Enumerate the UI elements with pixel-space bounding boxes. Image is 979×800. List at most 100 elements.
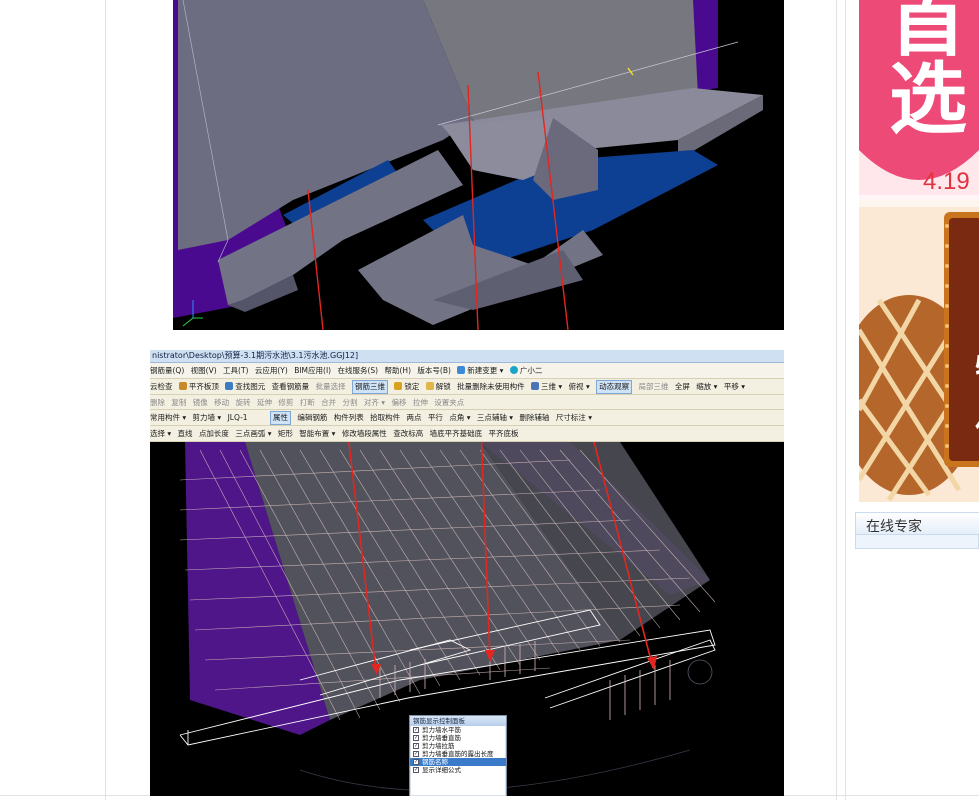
tb-three-point-arc[interactable]: 三点画弧 ▾ bbox=[235, 426, 271, 441]
tb-component-list[interactable]: 构件列表 bbox=[334, 410, 364, 425]
tb-extend[interactable]: 延伸 bbox=[257, 395, 272, 409]
toolbar-component: 常用构件 ▾ 剪力墙 ▾ JLQ-1 属性 编辑钢筋 构件列表 拾取构件 两点 … bbox=[150, 410, 784, 426]
menu-rebar-qty[interactable]: 钢筋量(Q) bbox=[150, 363, 184, 378]
find-icon bbox=[225, 382, 234, 390]
align-top-icon bbox=[178, 382, 187, 390]
ad-headline-1: 首 bbox=[889, 0, 968, 67]
tb-delete-axis[interactable]: 删除辅轴 bbox=[519, 410, 549, 425]
menu-bim[interactable]: BIM应用(I) bbox=[294, 363, 331, 378]
checkbox-icon[interactable]: ✓ bbox=[413, 751, 419, 757]
tb-parallel[interactable]: 平行 bbox=[428, 410, 443, 425]
tb-select[interactable]: 选择 ▾ bbox=[150, 426, 171, 441]
rebar-option-horizontal[interactable]: ✓ 剪力墙水平筋 bbox=[410, 726, 506, 734]
assistant-icon bbox=[509, 366, 518, 374]
menu-new-change[interactable]: 新建变更 ▾ bbox=[457, 363, 503, 378]
tb-find-element[interactable]: 查找图元 bbox=[225, 379, 265, 394]
ad-date: 4.19 bbox=[923, 168, 970, 195]
menu-bar: 钢筋量(Q) 视图(V) 工具(T) 云应用(Y) BIM应用(I) 在线服务(… bbox=[150, 363, 784, 379]
tb-component-select[interactable]: JLQ-1 bbox=[228, 410, 264, 425]
tb-modify-wall[interactable]: 修改墙段属性 bbox=[342, 426, 387, 441]
tb-rebar-3d[interactable]: 钢筋三维 bbox=[351, 380, 388, 394]
tb-view-rebar-qty[interactable]: 查看钢筋量 bbox=[272, 379, 310, 394]
tb-split[interactable]: 分割 bbox=[343, 395, 358, 409]
checkbox-icon[interactable]: ✓ bbox=[413, 759, 419, 765]
tb-orbit[interactable]: 动态观察 bbox=[596, 380, 633, 394]
page: nistrator\Desktop\预算-3.1期污水池\3.1污水池.GGJ1… bbox=[0, 0, 979, 800]
rebar-option-formula[interactable]: ✓ 显示详细公式 bbox=[410, 766, 506, 774]
tb-dimension[interactable]: 尺寸标注 ▾ bbox=[556, 410, 592, 425]
tb-batch-select[interactable]: 批量选择 bbox=[316, 379, 346, 394]
cube-icon bbox=[531, 382, 540, 390]
menu-assistant[interactable]: 广小二 bbox=[509, 363, 542, 378]
tb-point-length[interactable]: 点加长度 bbox=[199, 426, 229, 441]
online-expert-label[interactable]: 在线专家 bbox=[866, 516, 922, 536]
tb-trim[interactable]: 修剪 bbox=[278, 395, 293, 409]
model-3d-drawing bbox=[173, 0, 784, 330]
menu-view[interactable]: 视图(V) bbox=[191, 363, 217, 378]
ad-side-char-3: 特 bbox=[975, 344, 979, 390]
tb-local-3d[interactable]: 局部三维 bbox=[639, 379, 669, 394]
menu-help[interactable]: 帮助(H) bbox=[385, 363, 412, 378]
tb-point-angle[interactable]: 点角 ▾ bbox=[449, 410, 470, 425]
rebar-display-panel: 钢筋显示控制面板 ✓ 剪力墙水平筋 ✓ 剪力墙垂直筋 ✓ 剪力墙拉筋 ✓ 剪力墙垂直筋的… bbox=[409, 715, 507, 796]
checkbox-icon[interactable]: ✓ bbox=[413, 727, 419, 733]
checkbox-icon[interactable]: ✓ bbox=[413, 767, 419, 773]
tb-3d[interactable]: 三维 ▾ bbox=[531, 379, 562, 394]
ad-banner[interactable]: 首 选 4.19 日 日 特 信 bbox=[859, 0, 979, 502]
rebar-option-name[interactable]: ✓ 钢筋名称 bbox=[410, 758, 506, 766]
tb-three-point-axis[interactable]: 三点辅轴 ▾ bbox=[477, 410, 513, 425]
unlock-icon bbox=[425, 382, 434, 390]
checkbox-icon[interactable]: ✓ bbox=[413, 743, 419, 749]
tb-wall-bottom-align[interactable]: 墙底平齐基础底 bbox=[430, 426, 483, 441]
checkbox-icon[interactable]: ✓ bbox=[413, 735, 419, 741]
rebar-option-vertical[interactable]: ✓ 剪力墙垂直筋 bbox=[410, 734, 506, 742]
tb-offset[interactable]: 偏移 bbox=[391, 395, 406, 409]
tb-elevation[interactable]: 查改标高 bbox=[393, 426, 423, 441]
new-change-icon bbox=[457, 366, 466, 374]
tb-rectangle[interactable]: 矩形 bbox=[278, 426, 293, 441]
lock-icon bbox=[394, 382, 403, 390]
ad-side-char-1: 日 bbox=[975, 224, 979, 270]
tb-move[interactable]: 移动 bbox=[214, 395, 229, 409]
tb-common-component[interactable]: 常用构件 ▾ bbox=[150, 410, 186, 425]
tb-fullscreen[interactable]: 全屏 bbox=[675, 379, 690, 394]
tb-two-points[interactable]: 两点 bbox=[407, 410, 422, 425]
tb-break[interactable]: 打断 bbox=[300, 395, 315, 409]
menu-online[interactable]: 在线服务(S) bbox=[337, 363, 378, 378]
tb-edit-rebar[interactable]: 编辑钢筋 bbox=[297, 410, 327, 425]
tb-lock[interactable]: 锁定 bbox=[394, 379, 419, 394]
model-3d-image bbox=[173, 0, 784, 330]
tb-stretch[interactable]: 拉伸 bbox=[413, 395, 428, 409]
software-screenshot: nistrator\Desktop\预算-3.1期污水池\3.1污水池.GGJ1… bbox=[150, 350, 784, 796]
menu-version[interactable]: 版本号(B) bbox=[417, 363, 451, 378]
tb-batch-delete[interactable]: 批量删除未使用构件 bbox=[457, 379, 525, 394]
tb-delete[interactable]: 删除 bbox=[150, 395, 165, 409]
tb-align-top[interactable]: 平齐板顶 bbox=[178, 379, 219, 394]
tb-zoom[interactable]: 缩放 ▾ bbox=[696, 379, 717, 394]
tb-set-grip[interactable]: 设置夹点 bbox=[434, 395, 464, 409]
sidebar-border bbox=[845, 0, 846, 800]
menu-tools[interactable]: 工具(T) bbox=[223, 363, 248, 378]
tb-rotate[interactable]: 旋转 bbox=[236, 395, 251, 409]
tb-cloud-check[interactable]: 云检查 bbox=[150, 379, 173, 394]
tb-align-bottom[interactable]: 平齐底板 bbox=[488, 426, 518, 441]
tb-copy[interactable]: 复制 bbox=[171, 395, 186, 409]
toolbar-view: 云检查 平齐板顶 查找图元 查看钢筋量 批量选择 钢筋三维 锁定 解锁 批量删除… bbox=[150, 379, 784, 395]
tb-merge[interactable]: 合并 bbox=[321, 395, 336, 409]
tb-properties[interactable]: 属性 bbox=[269, 411, 291, 425]
toolbar-edit: 删除 复制 镜像 移动 旋转 延伸 修剪 打断 合并 分割 对齐 ▾ 偏移 拉伸… bbox=[150, 395, 784, 410]
tb-shear-wall[interactable]: 剪力墙 ▾ bbox=[193, 410, 222, 425]
rebar-panel-title: 钢筋显示控制面板 bbox=[410, 716, 506, 726]
tb-line[interactable]: 直线 bbox=[178, 426, 193, 441]
menu-cloud[interactable]: 云应用(Y) bbox=[255, 363, 288, 378]
rebar-option-tie[interactable]: ✓ 剪力墙拉筋 bbox=[410, 742, 506, 750]
tb-pick-component[interactable]: 拾取构件 bbox=[370, 410, 400, 425]
tb-smart-place[interactable]: 智能布置 ▾ bbox=[299, 426, 335, 441]
tb-top-view[interactable]: 俯视 ▾ bbox=[569, 379, 590, 394]
tb-align[interactable]: 对齐 ▾ bbox=[364, 395, 385, 409]
online-expert-box[interactable]: 在线专家 bbox=[855, 512, 979, 549]
tb-unlock[interactable]: 解锁 bbox=[425, 379, 451, 394]
tb-pan[interactable]: 平移 ▾ bbox=[724, 379, 745, 394]
tb-mirror[interactable]: 镜像 bbox=[193, 395, 208, 409]
rebar-option-exposed-length[interactable]: ✓ 剪力墙垂直筋的露出长度 bbox=[410, 750, 506, 758]
